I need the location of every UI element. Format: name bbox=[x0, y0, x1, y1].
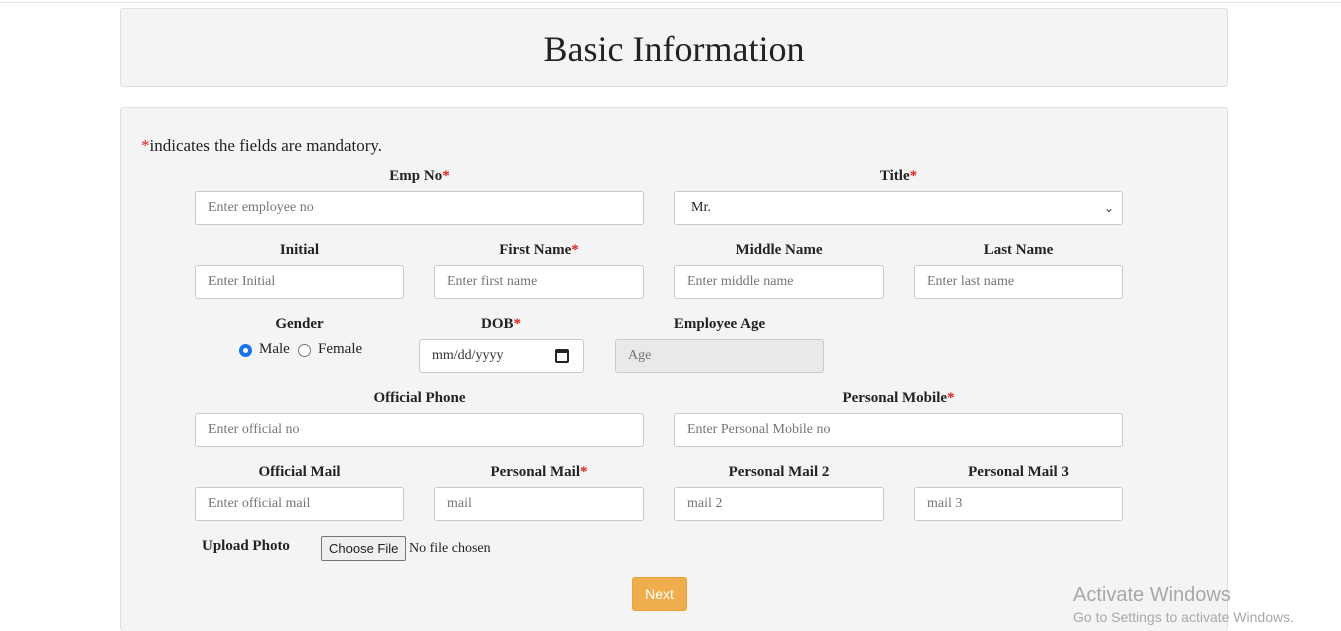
gender-female-label: Female bbox=[318, 341, 363, 357]
emp-no-input[interactable] bbox=[195, 191, 644, 225]
title-select[interactable]: Mr. ⌄ bbox=[674, 191, 1123, 225]
official-mail-label: Official Mail bbox=[258, 464, 341, 480]
gender-male-label: Male bbox=[259, 341, 290, 357]
basic-info-form: *indicates the fields are mandatory. Emp… bbox=[120, 107, 1228, 631]
next-button[interactable]: Next bbox=[632, 577, 687, 611]
gender-male-radio[interactable] bbox=[239, 344, 252, 357]
mandatory-note-text: indicates the fields are mandatory. bbox=[149, 136, 383, 155]
personal-mail-3-label: Personal Mail 3 bbox=[968, 464, 1069, 480]
official-mail-input[interactable] bbox=[195, 487, 404, 521]
choose-file-button[interactable]: Choose File bbox=[321, 536, 407, 561]
chevron-down-icon: ⌄ bbox=[1103, 201, 1114, 215]
initial-label: Initial bbox=[279, 242, 320, 258]
middle-name-label: Middle Name bbox=[735, 242, 823, 258]
calendar-icon bbox=[555, 349, 569, 363]
personal-mail-2-label: Personal Mail 2 bbox=[728, 464, 830, 480]
upload-photo-label: Upload Photo bbox=[202, 538, 290, 554]
first-name-input[interactable] bbox=[434, 265, 644, 299]
personal-mobile-label: Personal Mobile* bbox=[842, 390, 955, 406]
official-phone-input[interactable] bbox=[195, 413, 644, 447]
last-name-input[interactable] bbox=[914, 265, 1123, 299]
employee-age-label: Employee Age bbox=[673, 316, 766, 332]
personal-mobile-input[interactable] bbox=[674, 413, 1123, 447]
emp-no-label: Emp No* bbox=[389, 168, 450, 184]
official-phone-label: Official Phone bbox=[373, 390, 466, 406]
employee-age-input bbox=[615, 339, 824, 373]
first-name-label: First Name* bbox=[499, 242, 579, 258]
dob-input[interactable]: mm/dd/yyyy bbox=[419, 339, 584, 373]
last-name-label: Last Name bbox=[983, 242, 1054, 258]
personal-mail-2-input[interactable] bbox=[674, 487, 884, 521]
mandatory-note: *indicates the fields are mandatory. bbox=[141, 136, 382, 156]
title-label: Title* bbox=[879, 168, 918, 184]
gender-female-radio[interactable] bbox=[298, 344, 311, 357]
activate-windows-title: Activate Windows bbox=[1073, 584, 1231, 606]
activate-windows-subtitle: Go to Settings to activate Windows. bbox=[1073, 609, 1294, 625]
header-panel: Basic Information bbox=[120, 8, 1228, 87]
initial-input[interactable] bbox=[195, 265, 404, 299]
middle-name-input[interactable] bbox=[674, 265, 884, 299]
page-title: Basic Information bbox=[543, 29, 805, 69]
dob-label: DOB* bbox=[480, 316, 521, 332]
required-asterisk: * bbox=[141, 136, 150, 155]
personal-mail-3-input[interactable] bbox=[914, 487, 1123, 521]
personal-mail-label: Personal Mail* bbox=[490, 464, 588, 480]
top-border bbox=[0, 2, 1341, 3]
gender-label: Gender bbox=[275, 316, 324, 332]
personal-mail-input[interactable] bbox=[434, 487, 644, 521]
file-status: No file chosen bbox=[409, 541, 491, 556]
